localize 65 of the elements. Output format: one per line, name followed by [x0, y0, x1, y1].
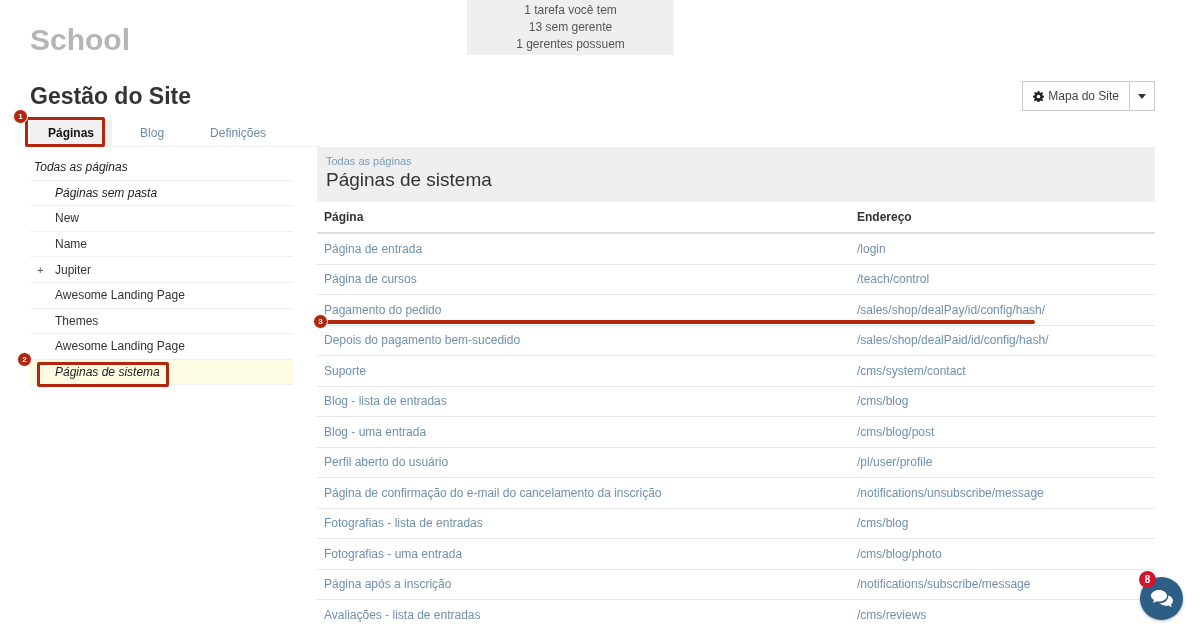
page-link[interactable]: Fotografias - lista de entradas: [324, 516, 483, 531]
page-link[interactable]: Blog - uma entrada: [324, 424, 427, 439]
caret-icon: [1138, 93, 1146, 99]
site-logo-text: School: [30, 22, 131, 57]
chat-bubbles-icon: [1150, 589, 1173, 608]
dropdown-toggle[interactable]: [1130, 81, 1155, 111]
tab[interactable]: Definições: [192, 120, 285, 146]
unread-count-badge: 8: [1139, 571, 1156, 588]
sitemap-button[interactable]: Mapa do Site: [1022, 81, 1130, 111]
page-link[interactable]: Fotografias - uma entrada: [324, 546, 463, 561]
address-link[interactable]: /cms/system/contact: [857, 363, 966, 378]
address-link[interactable]: /teach/control: [857, 272, 930, 287]
address-link[interactable]: /cms/blog: [857, 394, 909, 409]
page-title: Gestão do Site: [30, 82, 192, 110]
notification-text: 13 sem gerente: [527, 19, 614, 36]
address-link[interactable]: /sales/shop/dealPaid/id/config/hash/: [857, 333, 1049, 348]
address-link[interactable]: /sales/shop/dealPay/id/config/hash/: [857, 302, 1046, 317]
sidebar-item-label: Páginas de sistema: [55, 365, 160, 380]
sidebar-item-label: New: [55, 211, 79, 226]
sidebar-item-label: Themes: [55, 313, 99, 328]
sidebar-item[interactable]: New: [30, 206, 293, 232]
address-link[interactable]: /notifications/subscribe/message: [857, 577, 1031, 592]
address-link[interactable]: /cms/blog/post: [857, 424, 935, 439]
page-link[interactable]: Pagamento do pedido: [324, 302, 442, 317]
sidebar-item[interactable]: Name: [30, 231, 293, 258]
page-link[interactable]: Página de confirmação do e-mail do cancelamento da inscrição: [324, 485, 662, 500]
page-link[interactable]: Perfil aberto do usuário: [324, 455, 449, 470]
tab[interactable]: Blog: [122, 120, 183, 146]
column-header: Página: [317, 202, 850, 233]
page-link[interactable]: Página após a inscrição: [324, 577, 452, 592]
address-link[interactable]: /cms/blog/photo: [857, 546, 942, 561]
sidebar-item-label: Name: [55, 237, 87, 252]
page-link[interactable]: Página de cursos: [324, 272, 417, 287]
step-marker: 1: [13, 109, 28, 124]
section-title: Páginas de sistema: [326, 169, 492, 191]
sidebar-item[interactable]: Páginas sem pasta: [30, 180, 293, 207]
address-link[interactable]: /pl/user/profile: [857, 455, 933, 470]
page-link[interactable]: Blog - lista de entradas: [324, 394, 447, 409]
notification-text: 1 gerentes possuem: [515, 36, 626, 53]
page-link[interactable]: Página de entrada: [324, 241, 423, 256]
column-header: Endereço: [850, 202, 1155, 233]
page-link[interactable]: Suporte: [324, 363, 367, 378]
sidebar-item[interactable]: Awesome Landing Page: [30, 282, 293, 309]
sidebar-item-label: Todas as páginas: [34, 160, 128, 175]
address-link[interactable]: /notifications/unsubscribe/message: [857, 485, 1044, 500]
address-link[interactable]: /cms/blog: [857, 516, 909, 531]
sidebar-item[interactable]: Themes: [30, 308, 293, 335]
sidebar-item-label: Páginas sem pasta: [55, 185, 158, 200]
page-link[interactable]: Depois do pagamento bem-sucedido: [324, 333, 521, 348]
sidebar-item-label: Awesome Landing Page: [55, 339, 185, 354]
step-marker: 2: [17, 352, 32, 367]
breadcrumb-link[interactable]: Todas as páginas: [326, 155, 412, 167]
page-link[interactable]: Avaliações - lista de entradas: [324, 607, 481, 622]
notification-text: 1 tarefa você tem: [523, 2, 618, 19]
address-link[interactable]: /cms/reviews: [857, 607, 927, 622]
sidebar-item[interactable]: Awesome Landing Page: [30, 334, 293, 360]
sidebar-item-label: Awesome Landing Page: [55, 288, 185, 303]
address-link[interactable]: /login: [857, 241, 886, 256]
sidebar-item-label: Jupiter: [55, 262, 92, 277]
sidebar-item[interactable]: Todas as páginas: [30, 155, 293, 181]
gear-icon: [1033, 90, 1045, 102]
expand-toggle[interactable]: +: [37, 263, 44, 276]
chat-button[interactable]: [1140, 577, 1183, 620]
sidebar-item[interactable]: + Jupiter: [30, 257, 293, 283]
step-marker: 3: [313, 314, 328, 329]
